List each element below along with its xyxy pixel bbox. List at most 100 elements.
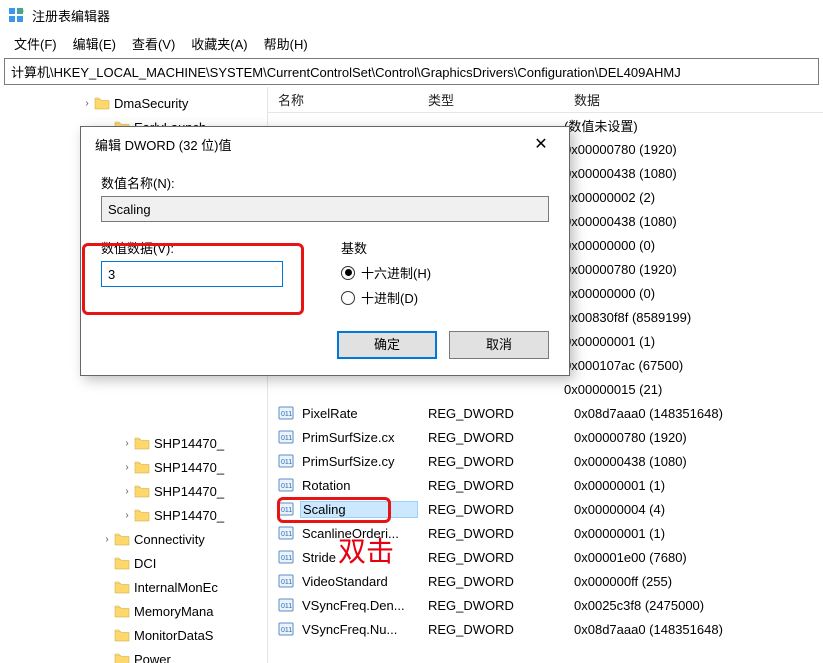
tree-item[interactable]: DCI [0, 551, 267, 575]
cell-type: REG_DWORD [418, 622, 564, 637]
cell-name: Scaling [300, 501, 418, 518]
close-icon[interactable]: ✕ [521, 134, 561, 154]
list-row[interactable]: 011ScanlineOrderi...REG_DWORD0x00000001 … [268, 521, 823, 545]
cell-name: Rotation [300, 478, 418, 493]
menu-view[interactable]: 查看(V) [126, 32, 181, 55]
cell-data: 0x00001e00 (7680) [564, 550, 823, 565]
list-row[interactable]: 0x00000015 (21) [268, 377, 823, 401]
list-row[interactable]: 011PrimSurfSize.cxREG_DWORD0x00000780 (1… [268, 425, 823, 449]
cell-data: 0x00830f8f (8589199) [564, 310, 691, 325]
radio-icon [341, 291, 355, 305]
tree-item-label: SHP14470_ [154, 460, 224, 475]
svg-text:011: 011 [281, 411, 292, 418]
chevron-icon: › [120, 510, 134, 521]
cell-type: REG_DWORD [418, 574, 564, 589]
cell-data: 0x00000438 (1080) [564, 454, 823, 469]
list-row[interactable]: 011ScalingREG_DWORD0x00000004 (4) [268, 497, 823, 521]
cell-type: REG_DWORD [418, 406, 564, 421]
menu-favorites[interactable]: 收藏夹(A) [185, 32, 253, 55]
cell-data: 0x00000780 (1920) [564, 262, 677, 277]
menubar: 文件(F) 编辑(E) 查看(V) 收藏夹(A) 帮助(H) [0, 30, 823, 56]
base-label: 基数 [341, 238, 549, 257]
column-data[interactable]: 数据 [564, 90, 823, 109]
tree-item[interactable]: › SHP14470_ [0, 455, 267, 479]
radix-dec-label: 十进制(D) [361, 288, 418, 307]
chevron-icon: › [120, 462, 134, 473]
chevron-icon: › [100, 534, 114, 545]
tree-item[interactable]: › DmaSecurity [0, 91, 267, 115]
cell-data: 0x00000000 (0) [564, 286, 655, 301]
tree-item-label: Connectivity [134, 532, 205, 547]
cell-type: REG_DWORD [418, 550, 564, 565]
radix-hex-radio[interactable]: 十六进制(H) [341, 263, 549, 282]
list-row[interactable]: 011PrimSurfSize.cyREG_DWORD0x00000438 (1… [268, 449, 823, 473]
value-name-label: 数值名称(N): [101, 173, 549, 192]
cell-data: 0x00000438 (1080) [564, 214, 677, 229]
cell-name: PixelRate [300, 406, 418, 421]
svg-text:011: 011 [281, 531, 292, 538]
tree-item[interactable]: › Connectivity [0, 527, 267, 551]
ok-button[interactable]: 确定 [337, 331, 437, 359]
dialog-titlebar[interactable]: 编辑 DWORD (32 位)值 ✕ [81, 127, 569, 161]
edit-dword-dialog: 编辑 DWORD (32 位)值 ✕ 数值名称(N): Scaling 数值数据… [80, 126, 570, 376]
column-type[interactable]: 类型 [418, 90, 564, 109]
list-row[interactable]: 011VSyncFreq.Nu...REG_DWORD0x08d7aaa0 (1… [268, 617, 823, 641]
radix-dec-radio[interactable]: 十进制(D) [341, 288, 549, 307]
cell-name: PrimSurfSize.cx [300, 430, 418, 445]
value-data-label: 数值数据(V): [101, 238, 311, 257]
svg-text:011: 011 [281, 579, 292, 586]
tree-item-label: MonitorDataS [134, 628, 213, 643]
tree-item[interactable]: ›SHP14470_ [0, 503, 267, 527]
cell-data: 0x00000001 (1) [564, 334, 655, 349]
svg-text:011: 011 [281, 555, 292, 562]
list-row[interactable]: 011 PixelRateREG_DWORD0x08d7aaa0 (1483516… [268, 401, 823, 425]
cell-data: 0x00000002 (2) [564, 190, 655, 205]
radio-icon [341, 266, 355, 280]
cell-data: 0x08d7aaa0 (148351648) [564, 622, 823, 637]
menu-edit[interactable]: 编辑(E) [67, 32, 122, 55]
tree-item[interactable]: › SHP14470_ [0, 431, 267, 455]
tree-item[interactable]: MonitorDataS [0, 623, 267, 647]
cell-data: 0x08d7aaa0 (148351648) [564, 406, 823, 421]
tree-item[interactable]: InternalMonEc [0, 575, 267, 599]
value-data-input[interactable] [101, 261, 283, 287]
chevron-icon: › [80, 98, 94, 109]
list-row[interactable]: 011VideoStandardREG_DWORD0x000000ff (255… [268, 569, 823, 593]
window-title: 注册表编辑器 [32, 6, 110, 25]
cell-name: VideoStandard [300, 574, 418, 589]
cell-name: Stride [300, 550, 418, 565]
chevron-icon: › [120, 486, 134, 497]
cell-type: REG_DWORD [418, 526, 564, 541]
chevron-icon: › [120, 438, 134, 449]
cell-data: 0x000107ac (67500) [564, 358, 683, 373]
tree-item-label: InternalMonEc [134, 580, 218, 595]
radix-hex-label: 十六进制(H) [361, 263, 431, 282]
cell-name: VSyncFreq.Nu... [300, 622, 418, 637]
cell-data: 0x00000001 (1) [564, 478, 823, 493]
svg-text:011: 011 [281, 603, 292, 610]
tree-item-label: MemoryMana [134, 604, 213, 619]
address-bar[interactable]: 计算机\HKEY_LOCAL_MACHINE\SYSTEM\CurrentCon… [4, 58, 819, 85]
cell-data: 0x00000000 (0) [564, 238, 655, 253]
menu-help[interactable]: 帮助(H) [258, 32, 314, 55]
cancel-button[interactable]: 取消 [449, 331, 549, 359]
tree-item[interactable]: Power [0, 647, 267, 663]
column-name[interactable]: 名称 [268, 90, 418, 109]
svg-text:011: 011 [281, 459, 292, 466]
tree-item-label: Power [134, 652, 171, 663]
list-row[interactable]: 011RotationREG_DWORD0x00000001 (1) [268, 473, 823, 497]
cell-name: PrimSurfSize.cy [300, 454, 418, 469]
tree-item-label: DmaSecurity [114, 96, 188, 111]
cell-data: 0x00000780 (1920) [564, 142, 677, 157]
cell-type: REG_DWORD [418, 598, 564, 613]
list-row[interactable]: 011 StrideREG_DWORD0x00001e00 (7680) [268, 545, 823, 569]
tree-item-label: SHP14470_ [154, 436, 224, 451]
value-name-field: Scaling [101, 196, 549, 222]
tree-item[interactable]: MemoryMana [0, 599, 267, 623]
list-row[interactable]: 011VSyncFreq.Den...REG_DWORD0x0025c3f8 (… [268, 593, 823, 617]
list-header: 名称 类型 数据 [268, 87, 823, 113]
tree-item[interactable]: ›SHP14470_ [0, 479, 267, 503]
dialog-title: 编辑 DWORD (32 位)值 [95, 135, 232, 154]
tree-item-label: DCI [134, 556, 156, 571]
menu-file[interactable]: 文件(F) [8, 32, 63, 55]
